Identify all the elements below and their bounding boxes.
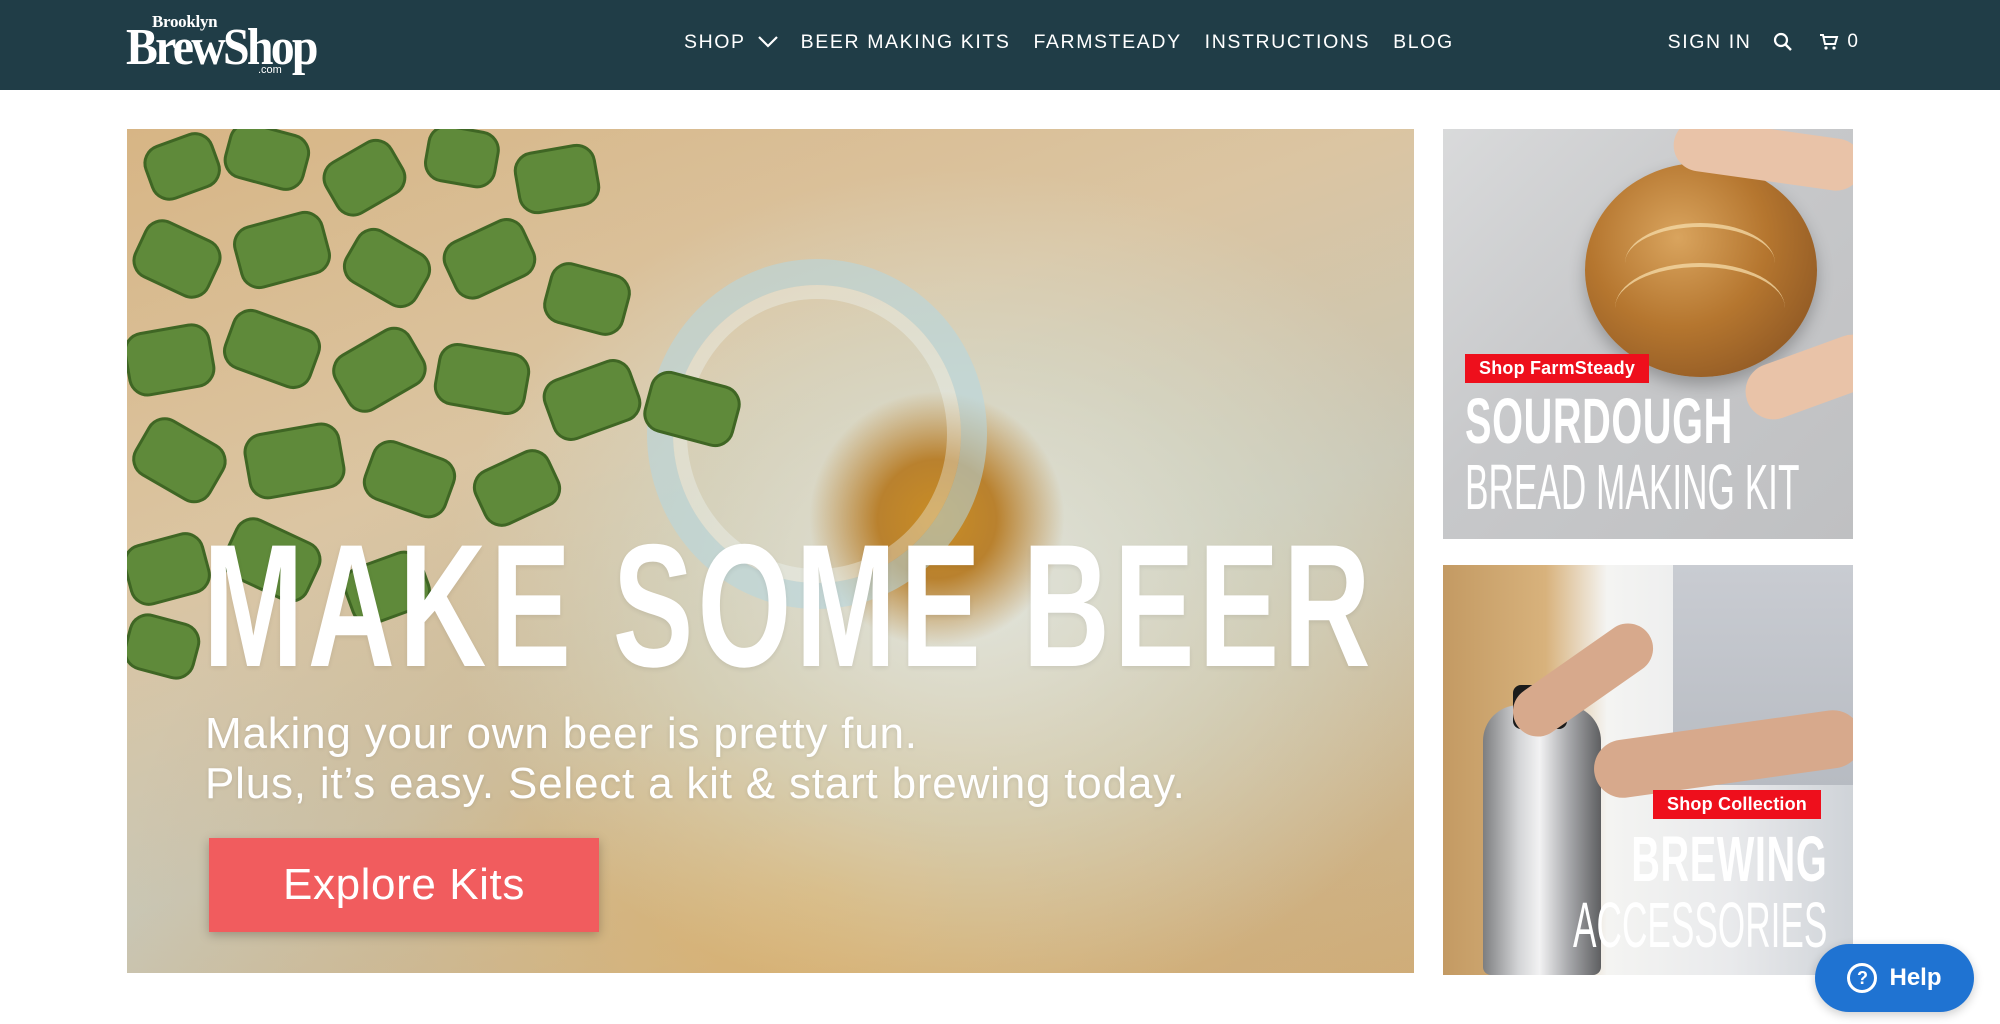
brooklyn-brewshop-logo[interactable]: Brooklyn BrewShop .com [126,12,318,76]
search-icon[interactable] [1773,30,1797,54]
hero-title: MAKE SOME BEER [203,509,1375,704]
hero-banner[interactable]: MAKE SOME BEER Making your own beer is p… [127,129,1414,973]
promo-brewing-subtitle: ACCESSORIES [1572,889,1827,961]
logo-suffix-text: .com [258,64,282,76]
shop-farmsteady-tag[interactable]: Shop FarmSteady [1465,354,1650,383]
explore-kits-button[interactable]: Explore Kits [209,838,599,932]
cart-icon [1820,34,1839,50]
question-icon: ? [1847,963,1878,993]
hero-subtitle-line2: Plus, it’s easy. Select a kit & start br… [205,759,1186,808]
site-header: Brooklyn BrewShop .com SHOP BEER MAKING … [0,0,2000,90]
nav-shop-label: SHOP [684,30,746,53]
promo-brewing-title: BREWING [1630,823,1827,895]
logo-main-text: BrewShop [126,19,318,76]
nav-blog[interactable]: BLOG [1393,31,1454,54]
nav-farmsteady[interactable]: FARMSTEADY [1033,31,1181,54]
promo-sourdough-kit[interactable]: Shop FarmSteady SOURDOUGH BREAD MAKING K… [1443,129,1853,539]
hero-subtitle: Making your own beer is pretty fun. Plus… [205,709,1186,809]
shop-collection-tag[interactable]: Shop Collection [1653,790,1821,819]
promo-brewing-accessories[interactable]: Shop Collection BREWING ACCESSORIES [1443,565,1853,975]
utility-nav: SIGN IN 0 [1668,0,1858,84]
nav-beer-making-kits[interactable]: BEER MAKING KITS [801,31,1011,54]
sourdough-bread-image [1585,163,1817,377]
nav-shop[interactable]: SHOP [684,31,778,54]
help-label: Help [1889,964,1942,991]
sign-in-link[interactable]: SIGN IN [1668,31,1752,54]
main-nav: SHOP BEER MAKING KITS FARMSTEADY INSTRUC… [684,0,1477,84]
cart-button[interactable]: 0 [1819,31,1858,53]
promo-sourdough-subtitle: BREAD MAKING KIT [1465,451,1800,523]
cart-count: 0 [1847,31,1858,52]
nav-instructions[interactable]: INSTRUCTIONS [1205,31,1370,54]
hero-subtitle-line1: Making your own beer is pretty fun. [205,709,918,758]
promo-sourdough-title: SOURDOUGH [1465,385,1733,457]
bread-score-line [1615,263,1785,353]
chevron-down-icon [757,31,778,54]
help-button[interactable]: ? Help [1815,944,1974,1012]
